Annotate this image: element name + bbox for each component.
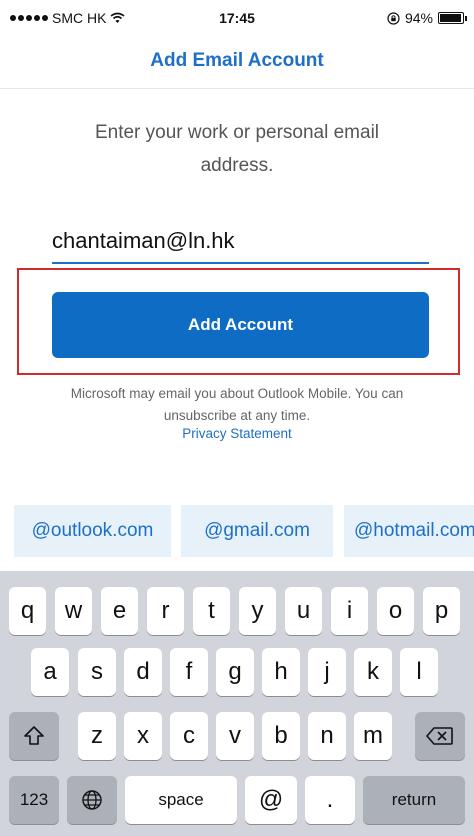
- orientation-lock-icon: [387, 11, 400, 25]
- nav-divider: [0, 88, 474, 89]
- domain-suggestions: @outlook.com @gmail.com @hotmail.com: [0, 505, 474, 557]
- key-q[interactable]: q: [9, 587, 46, 635]
- battery-icon: [438, 12, 467, 24]
- key-n[interactable]: n: [308, 712, 346, 760]
- key-g[interactable]: g: [216, 648, 254, 696]
- key-o[interactable]: o: [377, 587, 414, 635]
- key-a[interactable]: a: [31, 648, 69, 696]
- key-x[interactable]: x: [124, 712, 162, 760]
- dot-key[interactable]: .: [305, 776, 355, 824]
- globe-icon: [82, 790, 102, 810]
- delete-key[interactable]: [415, 712, 465, 760]
- key-u[interactable]: u: [285, 587, 322, 635]
- disclaimer-text: Microsoft may email you about Outlook Mo…: [70, 386, 404, 423]
- key-p[interactable]: p: [423, 587, 460, 635]
- status-bar: SMC HK 17:45 94%: [0, 0, 474, 36]
- add-account-button[interactable]: Add Account: [52, 292, 429, 358]
- at-key[interactable]: @: [245, 776, 297, 824]
- key-r[interactable]: r: [147, 587, 184, 635]
- shift-icon: [24, 726, 44, 745]
- page-title: Add Email Account: [150, 50, 324, 71]
- numbers-key[interactable]: 123: [9, 776, 59, 824]
- key-f[interactable]: f: [170, 648, 208, 696]
- key-v[interactable]: v: [216, 712, 254, 760]
- shift-key[interactable]: [9, 712, 59, 760]
- key-h[interactable]: h: [262, 648, 300, 696]
- suggestion-hotmail[interactable]: @hotmail.com: [344, 505, 474, 557]
- email-input[interactable]: [52, 220, 429, 264]
- key-i[interactable]: i: [331, 587, 368, 635]
- keyboard: q w e r t y u i o p a s d f g h j k l z …: [0, 571, 474, 836]
- key-k[interactable]: k: [354, 648, 392, 696]
- space-key[interactable]: space: [125, 776, 237, 824]
- battery-fill: [440, 14, 461, 22]
- key-c[interactable]: c: [170, 712, 208, 760]
- suggestion-gmail[interactable]: @gmail.com: [181, 505, 333, 557]
- suggestion-outlook[interactable]: @outlook.com: [14, 505, 171, 557]
- key-m[interactable]: m: [354, 712, 392, 760]
- return-key[interactable]: return: [363, 776, 465, 824]
- key-d[interactable]: d: [124, 648, 162, 696]
- key-t[interactable]: t: [193, 587, 230, 635]
- key-s[interactable]: s: [78, 648, 116, 696]
- key-z[interactable]: z: [78, 712, 116, 760]
- instruction-text: Enter your work or personal email addres…: [94, 122, 380, 176]
- privacy-statement-link[interactable]: Privacy Statement: [0, 426, 474, 441]
- key-e[interactable]: e: [101, 587, 138, 635]
- key-w[interactable]: w: [55, 587, 92, 635]
- delete-icon: [426, 727, 453, 745]
- key-y[interactable]: y: [239, 587, 276, 635]
- battery-percent: 94%: [404, 10, 433, 26]
- key-b[interactable]: b: [262, 712, 300, 760]
- status-right: 94%: [387, 10, 467, 26]
- key-l[interactable]: l: [400, 648, 438, 696]
- key-j[interactable]: j: [308, 648, 346, 696]
- globe-key[interactable]: [67, 776, 117, 824]
